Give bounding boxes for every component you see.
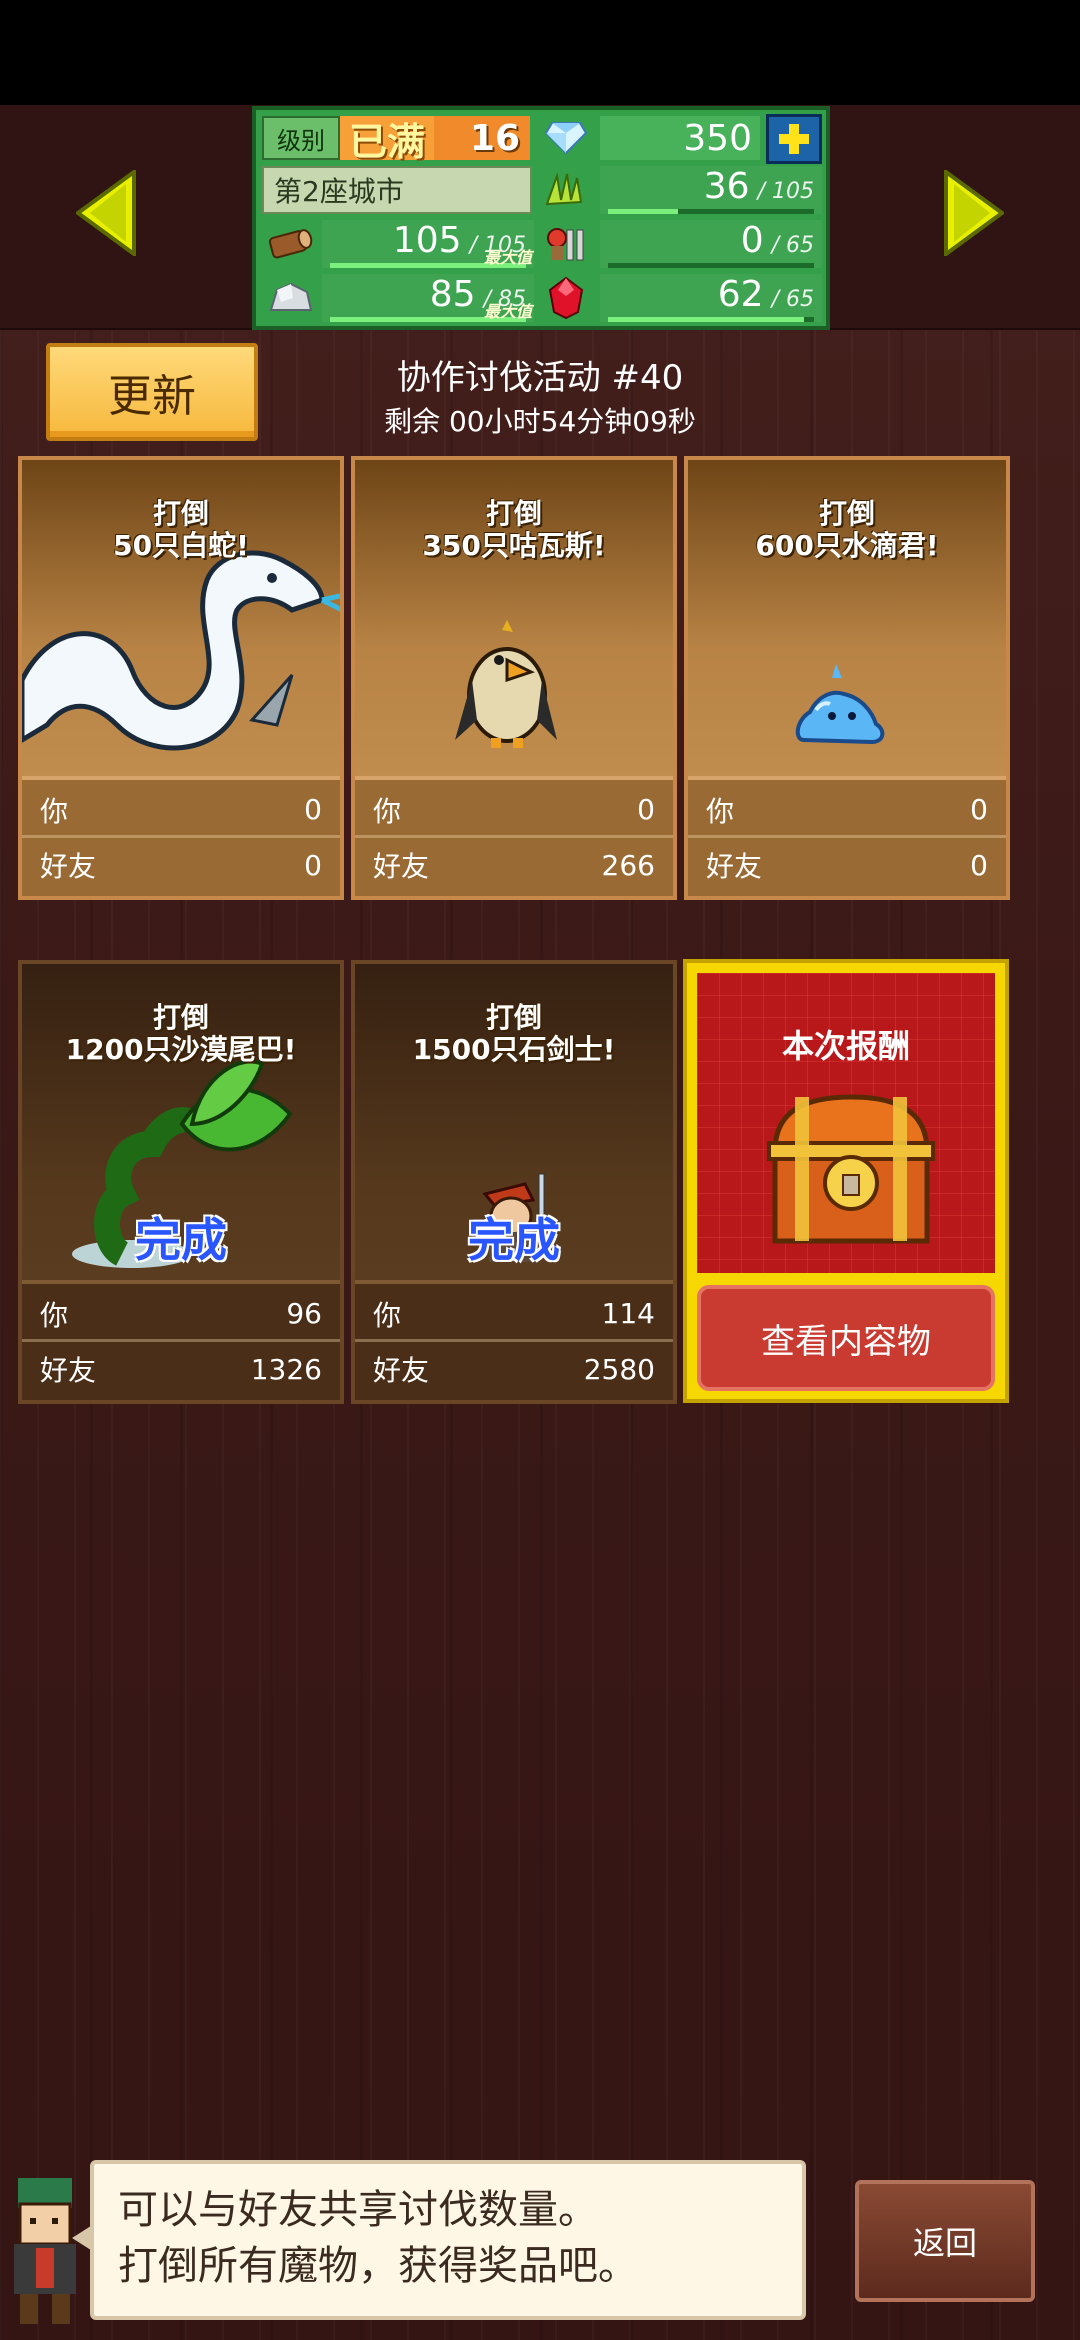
friends-count: 0 [970,848,988,882]
card-art: 打倒 350只咕瓦斯! [355,460,673,780]
food-value-box: 0 / 65 [600,220,822,268]
food-bar [608,263,814,268]
status-bar [0,0,1080,105]
water-drop-icon [795,664,885,745]
back-button[interactable]: 返回 [855,2180,1035,2302]
you-count: 0 [970,793,988,826]
arrow-left-icon [74,168,136,258]
food-max: / 65 [771,233,814,258]
stone-icon [262,274,318,322]
card-art: 打倒 1200只沙漠尾巴! 完成 [22,964,340,1284]
hint-line-1: 可以与好友共享讨伐数量。 [118,2187,598,2233]
food-icon [538,220,594,268]
buy-gems-button[interactable] [766,114,822,164]
quest-goal: 打倒 350只咕瓦斯! [422,497,606,562]
quest-goal: 打倒 1500只石剑士! [412,1001,616,1066]
ruby-bar [608,317,814,322]
quest-goal: 打倒 600只水滴君! [755,497,939,562]
bird-monster-icon [455,620,557,748]
friends-count: 2580 [583,1352,655,1386]
grass-bar [608,209,814,214]
you-count: 114 [601,1297,655,1330]
you-row: 你0 [355,784,673,838]
food-value: 0 [740,220,764,261]
quest-card-guwas[interactable]: 打倒 350只咕瓦斯! 你0 好友 266 [351,456,677,900]
grass-value: 36 [703,166,750,207]
wood-icon [262,220,318,268]
event-title: 协作讨伐活动 #40 [396,358,684,398]
friends-row: 好友 1326 [40,1352,322,1388]
you-row: 你 114 [355,1288,673,1342]
ruby-max: / 65 [771,287,814,312]
wood-max-tag: 最大值 [483,248,532,267]
grass-icon [538,166,594,214]
quest-card-water-drop[interactable]: 打倒 600只水滴君! 你0 好友 0 [684,456,1010,900]
update-button[interactable]: 更新 [46,343,258,441]
hint-line-2: 打倒所有魔物，获得奖品吧。 [118,2243,638,2289]
you-row: 你 96 [22,1288,340,1342]
view-contents-button[interactable]: 查看内容物 [697,1285,995,1391]
you-count: 96 [286,1297,322,1330]
ruby-icon [538,274,594,322]
stone-value: 85 [429,274,476,315]
friends-count: 0 [304,848,322,882]
treasure-chest-icon [767,1094,935,1244]
card-art: 打倒 600只水滴君! [688,460,1006,780]
quest-card-white-snake[interactable]: 打倒 50只白蛇! 你0 好友 0 [18,456,344,900]
ruby-value-box: 62 / 65 [600,274,822,322]
quest-card-stone-swordsman[interactable]: 打倒 1500只石剑士! 完成 你 114 好友 2580 [351,960,677,1404]
quest-card-desert-tail[interactable]: 打倒 1200只沙漠尾巴! 完成 你 96 好友 1326 [18,960,344,1404]
you-count: 0 [637,793,655,826]
friends-count: 1326 [250,1352,322,1386]
plus-icon [779,124,809,154]
friends-row: 好友 0 [706,848,988,884]
quest-goal: 打倒 1200只沙漠尾巴! [65,1001,297,1066]
stone-value-box: 85/ 85 最大值 [322,274,534,322]
grass-max: / 105 [757,179,814,204]
card-art: 打倒 1500只石剑士! 完成 [355,964,673,1284]
prev-city-button[interactable] [74,168,136,258]
next-city-button[interactable] [944,168,1006,258]
ruby-value: 62 [717,274,764,315]
wood-value-box: 105/ 105 最大值 [322,220,534,268]
quest-goal: 打倒 50只白蛇! [113,497,249,562]
event-timer: 剩余 00小时54分钟09秒 [384,405,696,438]
you-count: 0 [304,793,322,826]
you-row: 你0 [688,784,1006,838]
stone-max-tag: 最大值 [483,302,532,321]
reward-panel: 本次报酬 [697,973,995,1273]
gem-count: 350 [600,116,760,160]
arrow-right-icon [944,168,1006,258]
completed-label: 完成 [468,1213,560,1267]
completed-label: 完成 [135,1213,227,1267]
you-row: 你0 [22,784,340,838]
diamond-icon [538,116,594,160]
level-max-badge: 已满 [340,116,434,164]
reward-card: 本次报酬 查看内容物 [683,959,1009,1403]
reward-title: 本次报酬 [781,1027,910,1065]
hint-dialog: 可以与好友共享讨伐数量。 打倒所有魔物，获得奖品吧。 [72,2160,806,2320]
level-value: 16 [434,116,530,160]
friends-row: 好友 0 [40,848,322,884]
friends-row: 好友 266 [373,848,655,884]
city-name: 第2座城市 [262,166,532,214]
friends-count: 266 [601,848,655,882]
stats-panel: 级别 已满 16 350 第2座城市 105/ 105 最大值 85/ 85 最… [252,106,830,330]
level-label: 级别 [262,116,340,160]
grass-value-box: 36 / 105 [600,166,822,214]
card-art: 打倒 50只白蛇! [22,460,340,780]
wood-value: 105 [392,220,462,261]
friends-row: 好友 2580 [373,1352,655,1388]
